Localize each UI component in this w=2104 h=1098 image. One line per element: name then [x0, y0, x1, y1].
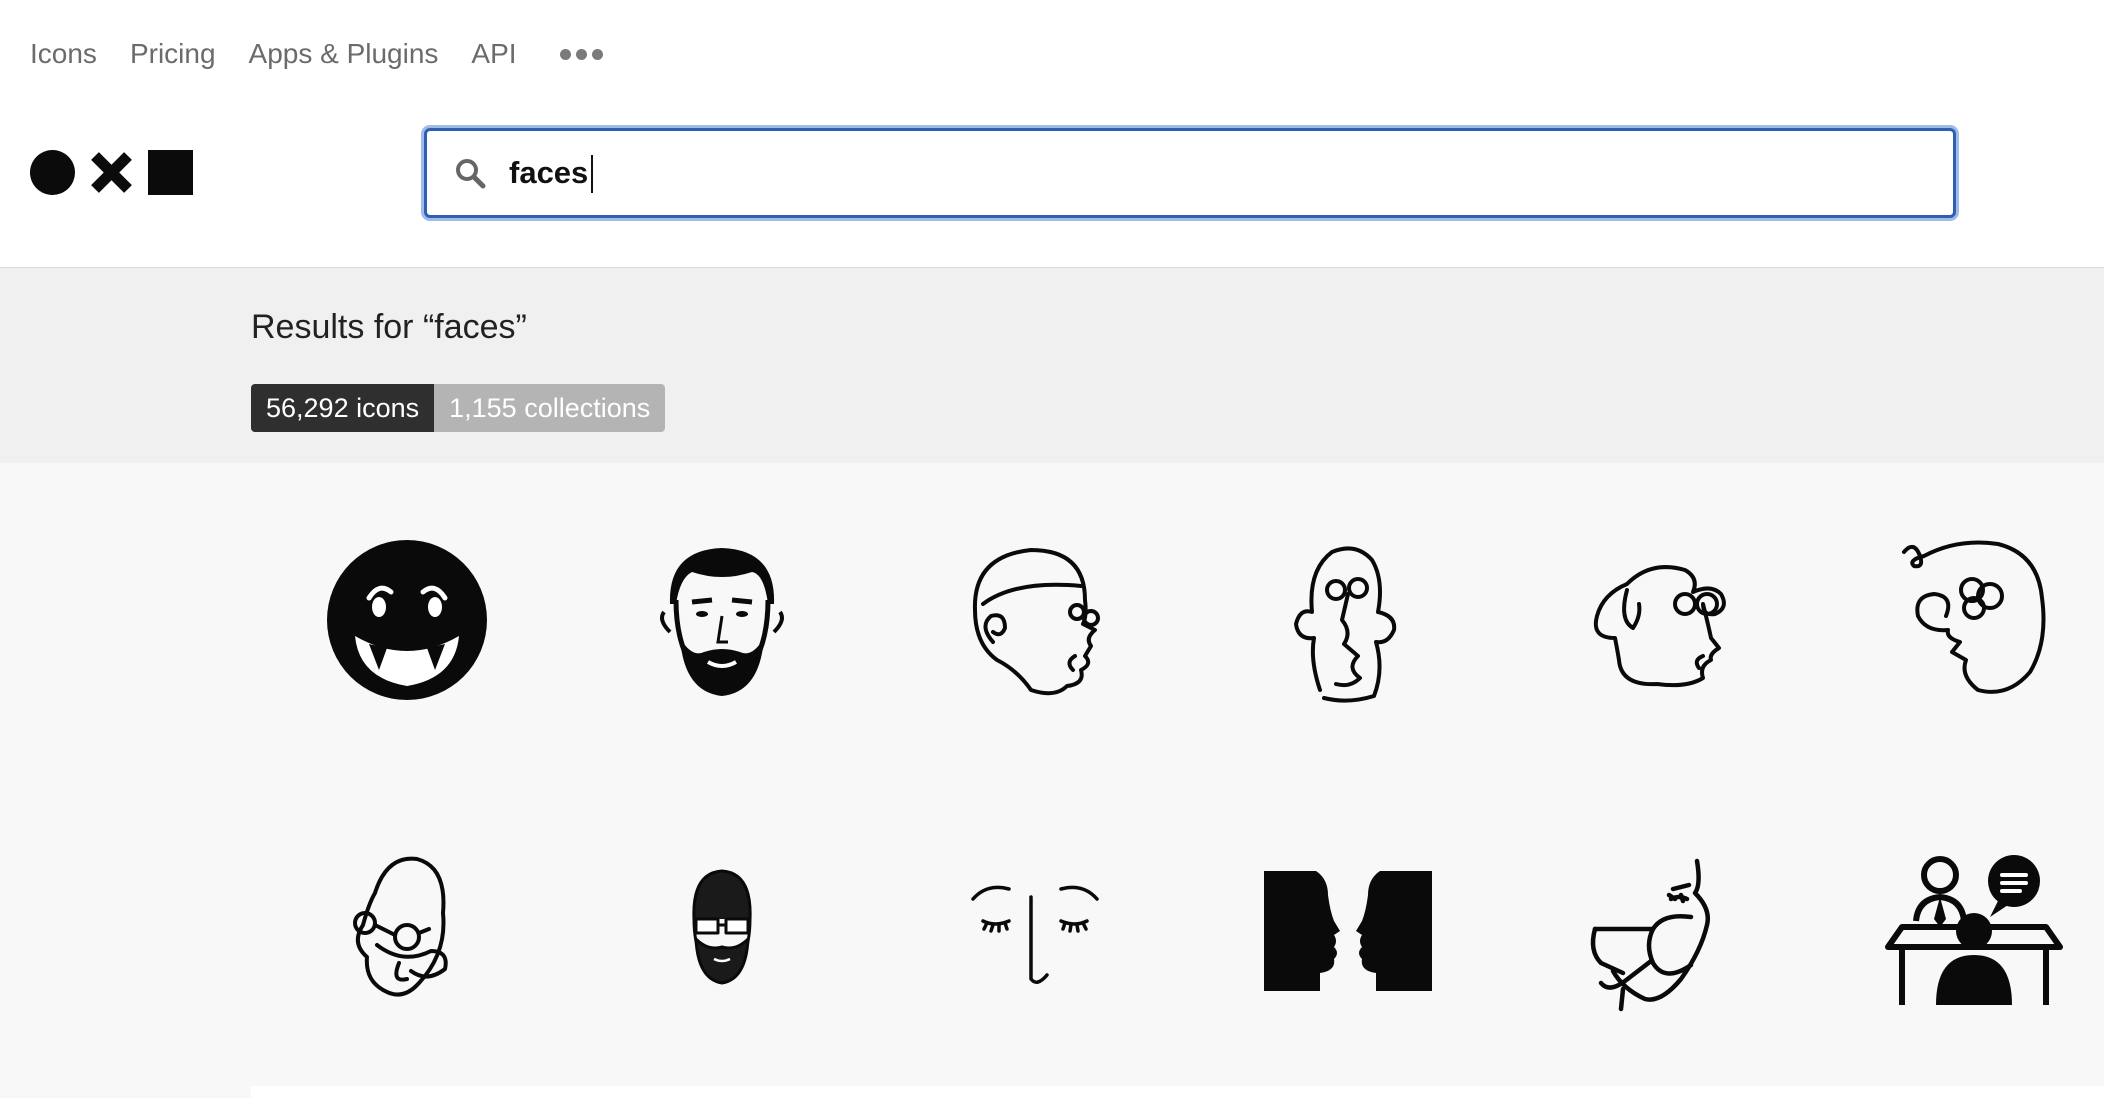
square-icon: [148, 150, 193, 195]
text-caret: [591, 155, 593, 193]
nav-apps-plugins-link[interactable]: Apps & Plugins: [249, 38, 439, 70]
interview-meeting-icon[interactable]: [1874, 833, 2074, 1033]
nav-api-link[interactable]: API: [471, 38, 516, 70]
line-art-swirl-face-icon[interactable]: [1874, 520, 2074, 720]
vampire-smiley-face-icon[interactable]: [307, 520, 507, 720]
line-art-profile-face-icon[interactable]: [1561, 520, 1761, 720]
more-dots-icon[interactable]: [559, 48, 603, 60]
search-input[interactable]: [509, 155, 1809, 191]
hipster-glasses-face-icon[interactable]: [622, 833, 822, 1033]
two-profiles-facing-icon[interactable]: [1248, 833, 1448, 1033]
circle-icon: [30, 150, 75, 195]
tab-icons[interactable]: 56,292 icons: [251, 384, 435, 432]
grid-bottom-edge: [251, 1086, 2104, 1098]
search-icon: [456, 159, 486, 189]
nav-pricing-link[interactable]: Pricing: [130, 38, 216, 70]
site-logo[interactable]: [30, 150, 193, 195]
top-nav: Icons Pricing Apps & Plugins API: [30, 38, 603, 70]
closed-eyes-face-icon[interactable]: [935, 833, 1135, 1033]
masked-face-profile-icon[interactable]: [1561, 833, 1761, 1033]
x-icon: [91, 152, 132, 193]
results-header: Results for “faces” 56,292 icons 1,155 c…: [0, 267, 2104, 464]
tab-collections[interactable]: 1,155 collections: [434, 384, 666, 432]
line-art-face-icon[interactable]: [935, 520, 1135, 720]
results-title: Results for “faces”: [251, 308, 527, 346]
line-art-long-face-icon[interactable]: [1248, 520, 1448, 720]
bearded-man-face-icon[interactable]: [622, 520, 822, 720]
nav-icons-link[interactable]: Icons: [30, 38, 97, 70]
icon-results-grid: [0, 463, 2104, 1098]
search-box: [424, 128, 1956, 218]
line-art-glasses-face-icon[interactable]: [307, 833, 507, 1033]
results-tabs: 56,292 icons 1,155 collections: [251, 384, 666, 432]
